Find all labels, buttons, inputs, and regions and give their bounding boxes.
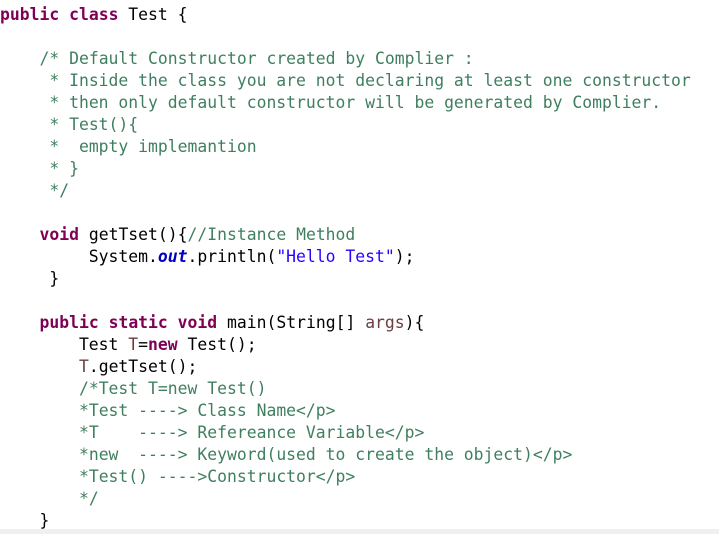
code-line[interactable]: T.getTset(); [0, 356, 719, 378]
code-text-token: Test(); [177, 335, 257, 354]
code-line[interactable]: void getTset(){//Instance Method [0, 224, 719, 246]
code-line[interactable]: * empty implemantion [0, 136, 719, 158]
code-line[interactable]: *new ----> Keyword(used to create the ob… [0, 444, 719, 466]
code-area[interactable]: public class Test {​ /* Default Construc… [0, 4, 719, 532]
comment-token: /*Test T=new Test() [78, 379, 267, 398]
code-line[interactable]: * then only default constructor will be … [0, 92, 719, 114]
keyword-token: void [177, 313, 218, 332]
comment-token: /* Default Constructor created by Compli… [39, 49, 474, 68]
variable-token: args [365, 313, 405, 332]
code-text-token: = [138, 335, 149, 354]
code-line[interactable]: *Test() ---->Constructor</p> [0, 466, 719, 488]
code-line[interactable]: System.out.println("Hello Test"); [0, 246, 719, 268]
code-text-token: ){ [404, 313, 425, 332]
code-text-token: .println( [187, 247, 277, 266]
code-line[interactable]: public static void main(String[] args){ [0, 312, 719, 334]
code-line[interactable]: *Test ----> Class Name</p> [0, 400, 719, 422]
string-literal-token: "Hello Test" [276, 247, 395, 266]
code-line[interactable]: * Inside the class you are not declaring… [0, 70, 719, 92]
comment-token: *Test() ---->Constructor</p> [78, 467, 356, 486]
static-field-token: out [157, 247, 188, 266]
keyword-token: public [39, 313, 99, 332]
variable-token: T [128, 335, 139, 354]
comment-token: * then only default constructor will be … [49, 93, 662, 112]
comment-token: * Test(){ [49, 115, 139, 134]
code-text-token: } [0, 511, 50, 530]
keyword-token: public [0, 5, 60, 24]
comment-token: * } [49, 159, 79, 178]
code-text-token: .getTset(); [88, 357, 198, 376]
code-line[interactable]: /* Default Constructor created by Compli… [0, 48, 719, 70]
code-line[interactable]: ​ [0, 26, 719, 48]
comment-token: *Test ----> Class Name</p> [78, 401, 336, 420]
code-text-token: Test [0, 335, 129, 354]
code-text-token: } [0, 269, 60, 288]
code-line[interactable]: */ [0, 180, 719, 202]
code-text-token: Test { [118, 5, 188, 24]
code-line[interactable]: Test T=new Test(); [0, 334, 719, 356]
code-line[interactable]: } [0, 268, 719, 290]
code-line[interactable]: ​ [0, 202, 719, 224]
code-text-token: ); [394, 247, 415, 266]
code-editor[interactable]: public class Test {​ /* Default Construc… [0, 0, 719, 534]
keyword-token: new [148, 335, 178, 354]
code-line[interactable]: /*Test T=new Test() [0, 378, 719, 400]
comment-token: * Inside the class you are not declaring… [49, 71, 691, 90]
code-line[interactable]: * Test(){ [0, 114, 719, 136]
comment-token: * empty implemantion [49, 137, 257, 156]
code-text-token: System. [0, 247, 158, 266]
code-text-token: main(String[] [217, 313, 366, 332]
code-line[interactable]: ​ [0, 290, 719, 312]
keyword-token: class [69, 5, 119, 24]
horizontal-scrollbar-track [0, 529, 719, 534]
code-line[interactable]: * } [0, 158, 719, 180]
keyword-token: static [108, 313, 168, 332]
keyword-token: void [39, 225, 79, 244]
code-line[interactable]: *T ----> Refereance Variable</p> [0, 422, 719, 444]
comment-token: *T ----> Refereance Variable</p> [78, 423, 425, 442]
comment-token: */ [78, 489, 99, 508]
variable-token: T [78, 357, 89, 376]
comment-token: //Instance Method [187, 225, 356, 244]
code-line[interactable]: */ [0, 488, 719, 510]
code-line[interactable]: public class Test { [0, 4, 719, 26]
comment-token: */ [49, 181, 70, 200]
comment-token: *new ----> Keyword(used to create the ob… [78, 445, 573, 464]
code-text-token: getTset(){ [78, 225, 188, 244]
